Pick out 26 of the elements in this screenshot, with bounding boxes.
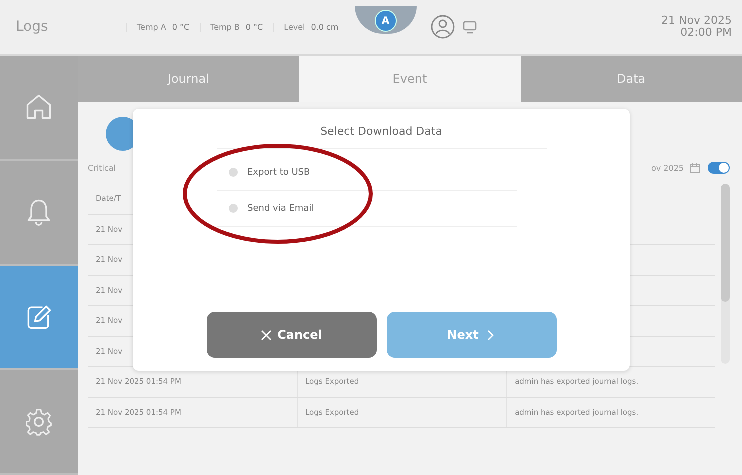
user-badge-tab[interactable]: A [354,6,417,34]
user-icon[interactable] [430,15,455,39]
calendar-icon[interactable] [690,163,700,173]
radio-button[interactable] [228,168,238,177]
sensor-reading: Temp B 0 °C [200,22,274,32]
sensor-reading: Temp A 0 °C [126,22,200,32]
cancel-button[interactable]: Cancel [206,312,376,358]
radio-option[interactable]: Export to USB [216,155,516,191]
sensor-reading: Level 0.0 cm [273,22,349,32]
date-field[interactable]: ov 2025 [651,164,684,172]
settings-icon [24,406,54,437]
scrollbar[interactable] [721,184,730,364]
radio-option[interactable]: Send via Email [216,191,516,227]
page-title: Logs [16,19,50,35]
user-badge: A [374,10,397,32]
monitor-icon[interactable] [462,20,477,34]
close-icon [260,330,272,340]
sidebar-item[interactable] [0,266,78,370]
tab[interactable]: Data [520,56,742,102]
tab[interactable]: Journal [78,56,300,102]
toggle-switch[interactable] [708,162,730,174]
dialog-title: Select Download Data [320,125,442,138]
current-time: 02:00 PM [680,27,732,39]
filter-label: Critical [88,164,116,172]
current-date: 21 Nov 2025 [662,15,732,27]
radio-button[interactable] [228,204,238,213]
